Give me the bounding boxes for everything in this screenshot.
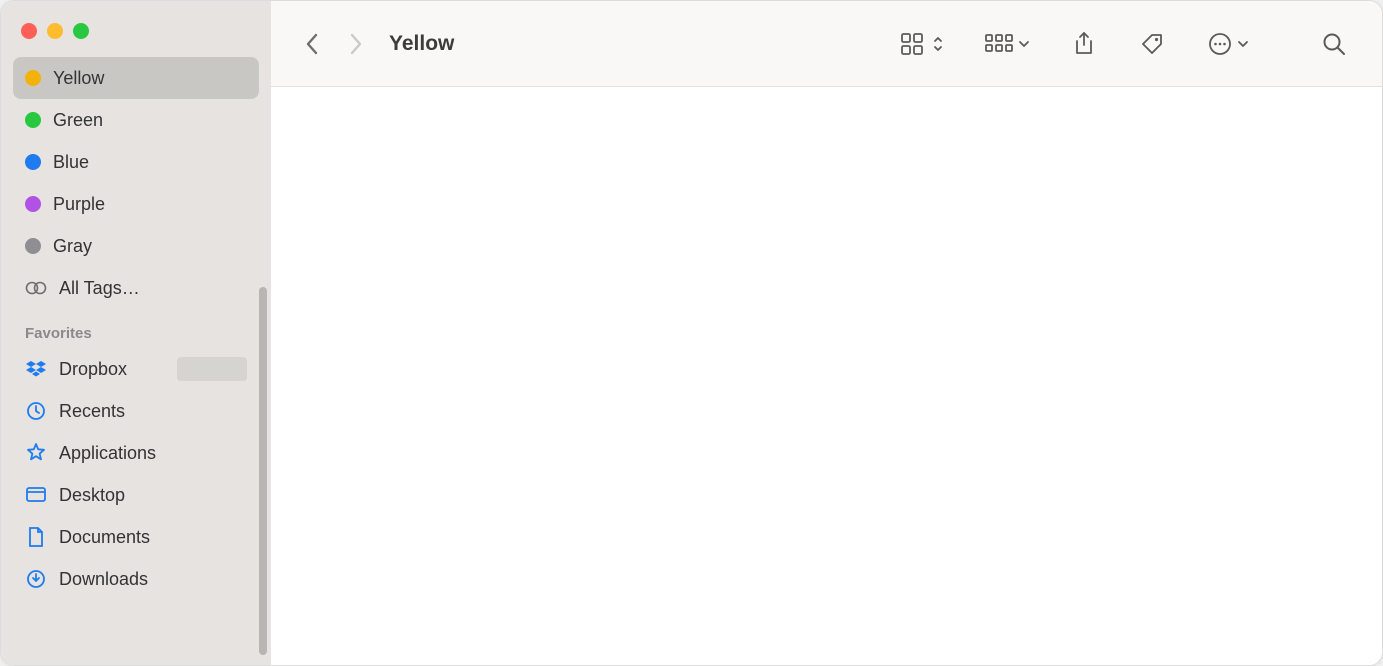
sidebar-all-tags[interactable]: All Tags… (13, 267, 259, 309)
sidebar-item-label: Downloads (59, 569, 247, 590)
window-controls (1, 13, 271, 57)
back-button[interactable] (299, 30, 327, 58)
sidebar-item-recents[interactable]: Recents (13, 390, 259, 432)
sidebar-section-favorites: Favorites (13, 309, 259, 348)
sidebar-item-label: All Tags… (59, 278, 247, 299)
sidebar-scrollbar-thumb[interactable] (259, 287, 267, 655)
sidebar-item-downloads[interactable]: Downloads (13, 558, 259, 600)
window-maximize-button[interactable] (73, 23, 89, 39)
tag-dot-icon (25, 70, 41, 86)
toolbar: Yellow (271, 1, 1382, 87)
forward-button[interactable] (341, 30, 369, 58)
more-actions-button[interactable] (1200, 24, 1256, 64)
share-button[interactable] (1064, 24, 1104, 64)
sidebar-item-desktop[interactable]: Desktop (13, 474, 259, 516)
window-close-button[interactable] (21, 23, 37, 39)
sidebar-item-applications[interactable]: Applications (13, 432, 259, 474)
file-list-area[interactable] (271, 87, 1382, 665)
sidebar-scrollbar[interactable] (257, 287, 269, 655)
tag-dot-icon (25, 196, 41, 212)
clock-icon (25, 400, 47, 422)
sidebar-tag-blue[interactable]: Blue (13, 141, 259, 183)
sidebar-item-label: Green (53, 110, 247, 131)
sidebar-tag-yellow[interactable]: Yellow (13, 57, 259, 99)
view-mode-button[interactable] (894, 24, 950, 64)
sidebar-item-dropbox[interactable]: Dropbox (13, 348, 259, 390)
chevron-down-icon (1018, 38, 1030, 50)
search-button[interactable] (1314, 24, 1354, 64)
sidebar-item-label: Gray (53, 236, 247, 257)
tag-dot-icon (25, 154, 41, 170)
group-by-button[interactable] (978, 24, 1036, 64)
edit-tags-button[interactable] (1132, 24, 1172, 64)
toolbar-actions (894, 24, 1354, 64)
window-minimize-button[interactable] (47, 23, 63, 39)
sidebar-item-label: Purple (53, 194, 247, 215)
sidebar-scroll-area: Yellow Green Blue Purple Gray (1, 57, 271, 665)
sidebar-item-label: Dropbox (59, 359, 165, 380)
sidebar-tag-green[interactable]: Green (13, 99, 259, 141)
all-tags-icon (25, 277, 47, 299)
navigation-group: Yellow (299, 30, 454, 58)
desktop-icon (25, 484, 47, 506)
tag-dot-icon (25, 112, 41, 128)
dropbox-icon (25, 358, 47, 380)
chevron-down-icon (1237, 38, 1249, 50)
sidebar: Yellow Green Blue Purple Gray (1, 1, 271, 665)
sidebar-item-label: Documents (59, 527, 247, 548)
tag-dot-icon (25, 238, 41, 254)
sidebar-item-label: Desktop (59, 485, 247, 506)
chevron-updown-icon (932, 34, 944, 54)
applications-icon (25, 442, 47, 464)
sidebar-item-label: Recents (59, 401, 247, 422)
document-icon (25, 526, 47, 548)
sidebar-item-documents[interactable]: Documents (13, 516, 259, 558)
download-icon (25, 568, 47, 590)
finder-window: Yellow Green Blue Purple Gray (0, 0, 1383, 666)
sidebar-item-label: Blue (53, 152, 247, 173)
page-title: Yellow (389, 32, 454, 56)
sidebar-tag-purple[interactable]: Purple (13, 183, 259, 225)
main-area: Yellow (271, 1, 1382, 665)
sidebar-item-badge (177, 357, 247, 381)
sidebar-tag-gray[interactable]: Gray (13, 225, 259, 267)
sidebar-item-label: Applications (59, 443, 247, 464)
sidebar-item-label: Yellow (53, 68, 247, 89)
